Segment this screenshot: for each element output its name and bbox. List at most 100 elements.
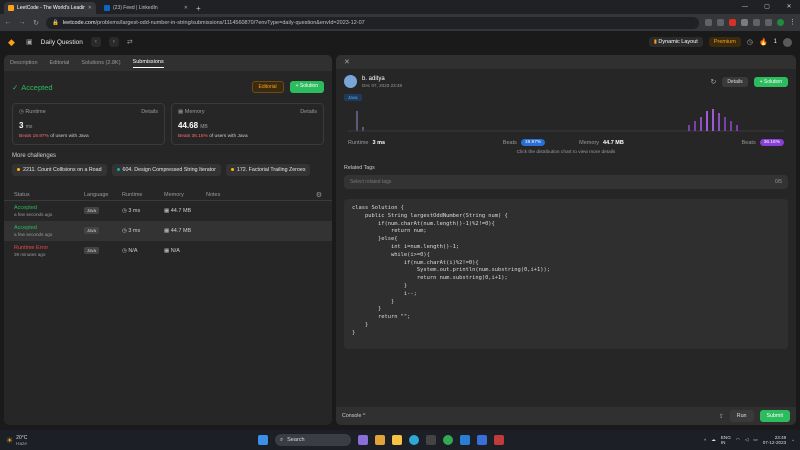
reload-icon[interactable]: ↻	[32, 19, 40, 27]
distribution-chart[interactable]	[348, 107, 784, 137]
solution-button[interactable]: + Solution	[753, 76, 788, 87]
editorial-button[interactable]: Editorial	[251, 81, 284, 93]
app-icon[interactable]	[494, 435, 504, 445]
col-status[interactable]: Status	[14, 192, 84, 198]
premium-button[interactable]: Premium	[708, 37, 741, 47]
avatar[interactable]	[344, 75, 357, 88]
code-block[interactable]: class Solution { public String largestOd…	[344, 199, 788, 349]
runtime-beats: Beats 19.97%	[19, 134, 49, 139]
challenge-list: 2211. Count Collisions on a Road 604. De…	[4, 164, 332, 176]
avatar[interactable]	[783, 37, 792, 47]
difficulty-dot	[17, 168, 20, 172]
tab-editorial[interactable]: Editorial	[50, 60, 70, 66]
refresh-icon[interactable]: ↻	[710, 78, 716, 86]
beats-label: Beats	[741, 139, 756, 146]
memory-details-link[interactable]: Details	[300, 109, 317, 115]
file-explorer-icon[interactable]	[392, 435, 402, 445]
edge-icon[interactable]	[409, 435, 419, 445]
console-toggle[interactable]: Console ^	[342, 413, 365, 419]
memory-card[interactable]: ▦ Memory Details 44.68 MB Beats 36.16% of…	[171, 103, 324, 145]
challenge-chip[interactable]: 172. Factorial Trailing Zeroes	[225, 164, 311, 176]
chrome-icon[interactable]	[443, 435, 453, 445]
solution-button[interactable]: + Solution	[289, 81, 324, 93]
minimize-icon[interactable]: —	[734, 0, 756, 14]
tab-solutions[interactable]: Solutions (2.8K)	[81, 60, 120, 66]
new-tab-button[interactable]: +	[196, 4, 201, 13]
weather-widget[interactable]: ☀ 20°C Haze	[6, 435, 27, 446]
run-button[interactable]: Run	[729, 410, 754, 422]
table-row[interactable]: Runtime Error 39 minutes ago Java ◷ N/A ▦…	[4, 241, 332, 261]
extension-icon[interactable]	[753, 19, 760, 26]
leetcode-logo-icon[interactable]: ◆	[8, 37, 18, 47]
system-tray: ^ ☁ ENG IN ◠ ◁ ▭ 23:49 07-12-2023 ◔	[704, 435, 794, 445]
chat-icon[interactable]	[375, 435, 385, 445]
onedrive-icon[interactable]: ☁	[711, 437, 716, 443]
extensions-area: ⋮	[705, 19, 796, 26]
leetcode-favicon-icon	[8, 5, 14, 11]
challenge-chip[interactable]: 604. Design Compressed String Iterator	[111, 164, 221, 176]
next-question-button[interactable]: ›	[108, 37, 119, 47]
clock[interactable]: 23:49 07-12-2023	[763, 435, 787, 445]
row-memory: 44.7 MB	[170, 208, 192, 214]
task-view-icon[interactable]	[358, 435, 368, 445]
store-icon[interactable]	[426, 435, 436, 445]
table-row[interactable]: Accepted a few seconds ago Java ◷ 3 ms ▦ …	[4, 201, 332, 221]
linkedin-favicon-icon	[104, 5, 110, 11]
tab-submissions[interactable]: Submissions	[132, 59, 164, 68]
runtime-details-link[interactable]: Details	[141, 109, 158, 115]
prev-question-button[interactable]: ‹	[90, 37, 101, 47]
back-icon[interactable]: ←	[4, 19, 12, 26]
tab-description[interactable]: Description	[10, 60, 38, 66]
profile-avatar[interactable]	[777, 19, 784, 26]
chevron-up-icon[interactable]: ^	[704, 438, 706, 443]
streak-flame-icon[interactable]: 🔥	[759, 38, 768, 46]
challenge-chip[interactable]: 2211. Count Collisions on a Road	[12, 164, 107, 176]
battery-icon[interactable]: ▭	[753, 437, 757, 443]
language-indicator[interactable]: ENG IN	[721, 435, 731, 445]
url-input[interactable]: 🔒 leetcode.com/problems/largest-odd-numb…	[46, 16, 699, 29]
difficulty-dot	[230, 168, 234, 172]
taskbar-search[interactable]: ⌕ Search	[275, 434, 351, 446]
upload-icon[interactable]: ⇪	[719, 413, 724, 420]
extension-icon[interactable]	[729, 19, 736, 26]
left-panel: Description Editorial Solutions (2.8K) S…	[4, 55, 332, 425]
dynamic-layout-button[interactable]: ▮ Dynamic Layout	[648, 37, 703, 47]
user-name[interactable]: b. aditya	[362, 76, 402, 82]
related-tags-input[interactable]: Select related tags 0/5	[344, 175, 788, 189]
notifications-icon[interactable]: ◔	[791, 438, 794, 443]
lang-line2: IN	[720, 440, 726, 445]
extension-icon[interactable]	[741, 19, 748, 26]
col-language[interactable]: Language	[84, 192, 122, 198]
bookmark-star-icon[interactable]	[717, 19, 724, 26]
vscode-icon[interactable]	[460, 435, 470, 445]
page-title[interactable]: Daily Question	[41, 39, 83, 46]
memory-chip-icon: ▦	[164, 248, 171, 254]
table-row[interactable]: Accepted a few seconds ago Java ◷ 3 ms ▦ …	[4, 221, 332, 241]
related-tags-count: 0/5	[775, 179, 782, 185]
submit-button[interactable]: Submit	[759, 410, 790, 422]
close-icon[interactable]: ✕	[344, 58, 350, 66]
close-tab-icon[interactable]: ✕	[184, 5, 188, 11]
memory-beats-badge: 36.16%	[759, 139, 784, 146]
wifi-icon[interactable]: ◠	[736, 437, 740, 443]
volume-icon[interactable]: ◁	[745, 437, 749, 443]
search-label: Search	[287, 437, 305, 443]
timer-icon[interactable]: ◷	[747, 38, 753, 46]
runtime-card[interactable]: ◷ Runtime Details 3 ms Beats 19.97% of us…	[12, 103, 165, 145]
more-challenges-title: More challenges	[12, 153, 57, 159]
forward-icon[interactable]: →	[18, 19, 26, 26]
browser-tab-linkedin[interactable]: (23) Feed | LinkedIn ✕	[100, 2, 192, 14]
maximize-icon[interactable]: ▢	[756, 0, 778, 14]
settings-gear-icon[interactable]: ⚙	[316, 191, 322, 199]
side-panel-icon[interactable]	[765, 19, 772, 26]
menu-icon[interactable]: ⋮	[789, 19, 796, 26]
windows-start-icon[interactable]	[258, 435, 268, 445]
shuffle-icon[interactable]: ⇄	[127, 38, 133, 46]
close-tab-icon[interactable]: ✕	[88, 5, 92, 11]
runtime-beats-badge: 19.97%	[520, 139, 546, 146]
close-window-icon[interactable]: ✕	[778, 0, 800, 14]
share-icon[interactable]	[705, 19, 712, 26]
browser-tab-leetcode[interactable]: LeetCode - The World's Leadin... ✕	[4, 2, 96, 14]
app-icon[interactable]	[477, 435, 487, 445]
details-button[interactable]: Details	[722, 76, 748, 87]
